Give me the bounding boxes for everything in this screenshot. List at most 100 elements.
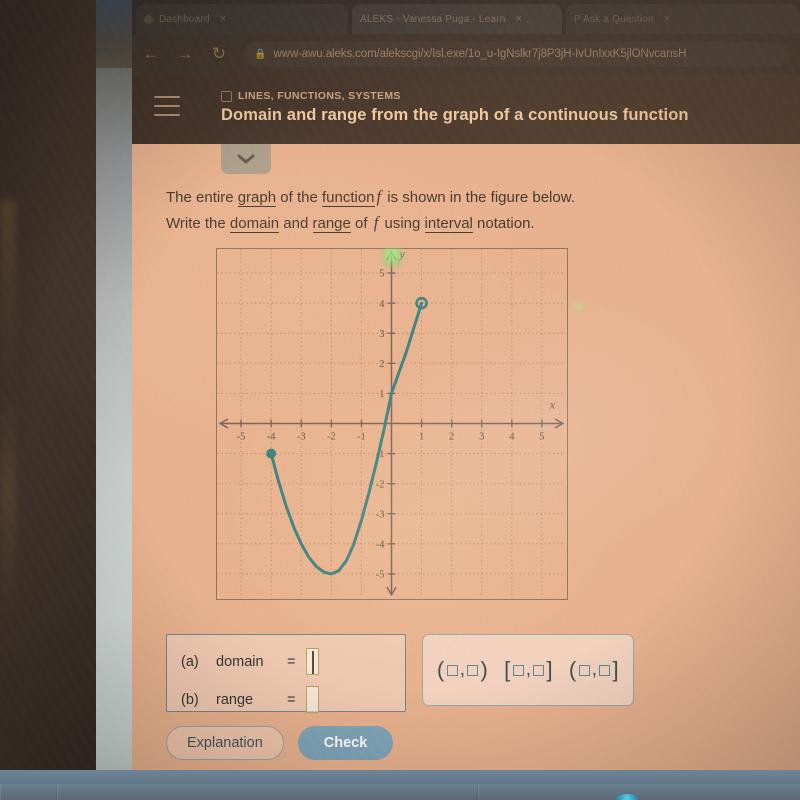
bracket-left: ( [436,657,445,682]
bezel-glint [0,200,16,620]
q-seg: is shown in the figure below. [383,189,575,206]
tab-favicon-icon [144,14,153,24]
x-axis-tick-label: -2 [327,432,336,443]
taskbar-segment[interactable] [57,784,477,800]
q-seg: of [350,214,372,232]
y-axis-tick-label: -3 [376,509,385,520]
explanation-button[interactable]: Explanation [166,726,284,760]
placeholder-box-icon [533,664,545,676]
check-button[interactable]: Check [297,726,394,760]
answer-label-a: (a) [181,653,199,670]
tab-title: Dashboard [159,13,210,25]
axis-label-x: x [549,397,556,411]
bracket-right: ] [612,657,620,682]
browser-window: Dashboard × ALEKS - Vanessa Puga - Learn… [132,0,800,800]
browser-tab-dashboard[interactable]: Dashboard × [136,4,348,34]
interval-closed-closed-button[interactable]: [ , ] [504,659,553,681]
y-axis-tick-label: 5 [379,269,384,280]
browser-tab-question[interactable]: P Ask a Question × [566,4,800,34]
q-link-function[interactable]: function [321,189,375,207]
bracket-left: [ [504,657,511,682]
topic-badge-icon [221,90,232,102]
monitor-bezel-left [0,0,96,800]
graph-svg: -5 -4 -3 -2 -1 1 2 3 4 5-5-4-3-2-112345xy [217,249,566,598]
q-link-domain[interactable]: domain [229,214,280,233]
breadcrumb: LINES, FUNCTIONS, SYSTEMS [221,90,401,102]
x-axis-tick-label: 5 [539,432,544,443]
placeholder-box-icon [512,664,524,676]
question-line-1: The entire graph of the function f is sho… [166,184,766,210]
x-axis-tick-label: -5 [237,432,246,443]
question-line-2: Write the domain and range of f using in… [166,210,766,236]
interval-open-open-button[interactable]: ( , ) [437,659,488,681]
bracket-right: ] [546,657,554,682]
tab-title: ALEKS - Vanessa Puga - Learn [360,13,506,25]
os-taskbar [0,770,800,800]
comma: , [525,659,532,680]
tab-close-icon[interactable]: × [516,13,523,25]
screen-edge-highlight [96,68,134,800]
tab-title: P Ask a Question [574,13,654,25]
y-axis-tick-label: 2 [379,359,384,370]
interval-notation-palette: ( , ) [ , ] (,] [422,634,634,706]
q-var-f: f [376,187,382,206]
page-title: Domain and range from the graph of a con… [221,106,689,124]
comma: , [459,659,466,680]
question-text: The entire graph of the function f is sho… [166,184,766,235]
q-seg: and [279,214,313,232]
browser-tab-strip: Dashboard × ALEKS - Vanessa Puga - Learn… [132,0,800,34]
q-link-range[interactable]: range [312,214,351,233]
y-axis-tick-label: 3 [379,329,384,340]
answer-label-b: (b) [181,691,199,708]
photo-of-screen: Dashboard × ALEKS - Vanessa Puga - Learn… [0,0,800,800]
address-bar[interactable]: 🔒 www-awu.aleks.com/alekscgi/x/Isl.exe/1… [244,42,790,67]
taskbar-segment[interactable] [478,784,800,800]
x-axis-tick-label: -4 [267,432,276,443]
browser-tab-aleks[interactable]: ALEKS - Vanessa Puga - Learn × [352,4,562,34]
y-axis-tick-label: 4 [379,299,385,310]
equals-sign: = [287,653,296,670]
taskbar-segment[interactable] [0,784,56,800]
comma: , [591,659,598,680]
tab-close-icon[interactable]: × [220,13,227,25]
bracket-right: ) [480,657,489,682]
screen-edge-shadow [96,0,134,70]
function-curve [269,301,424,576]
lock-icon: 🔒 [254,48,267,60]
placeholder-box-icon [599,664,611,676]
tab-close-icon[interactable]: × [664,13,671,25]
x-axis-tick-label: 2 [449,432,454,443]
placeholder-box-icon [578,664,590,676]
hamburger-menu-icon[interactable] [154,96,180,116]
x-axis-tick-label: 3 [479,432,484,443]
bracket-left: ( [568,657,577,682]
aleks-page: LINES, FUNCTIONS, SYSTEMS Domain and ran… [132,74,800,800]
forward-icon[interactable]: → [170,39,200,69]
axis-label-y: y [398,249,405,261]
reload-icon[interactable]: ↻ [204,39,234,69]
back-icon[interactable]: ← [136,39,166,69]
q-seg: notation. [472,214,535,232]
answer-name-domain: domain [216,653,264,670]
q-link-interval[interactable]: interval [424,214,473,233]
interval-open-closed-button[interactable]: ( , ] [569,659,619,681]
q-seg: Write the [166,214,230,232]
equals-sign: = [287,691,296,708]
answer-name-range: range [216,691,254,708]
x-axis-tick-label: -3 [297,432,306,443]
q-seg: using [380,214,425,232]
x-axis-tick-label: -1 [357,432,366,443]
range-input[interactable] [306,686,320,713]
function-graph: -5 -4 -3 -2 -1 1 2 3 4 5 -5 -4 -3 -2 -1 1 2 3 4 5 x y [216,248,568,600]
q-link-graph[interactable]: graph [237,189,277,207]
answer-row-range: (b) range = [181,686,320,713]
browser-toolbar: ← → ↻ 🔒 www-awu.aleks.com/alekscgi/x/Isl… [132,34,800,74]
y-axis-tick-label: -4 [376,539,385,550]
y-axis-tick-label: -2 [376,479,385,490]
x-axis-tick-label: 1 [419,432,424,443]
answer-panel: (a) domain = (b) range = [166,634,406,713]
answer-row-domain: (a) domain = [181,648,320,675]
domain-input[interactable] [306,648,320,675]
x-axis-tick-label: 4 [509,432,515,443]
y-axis-tick-label: -5 [376,570,385,581]
